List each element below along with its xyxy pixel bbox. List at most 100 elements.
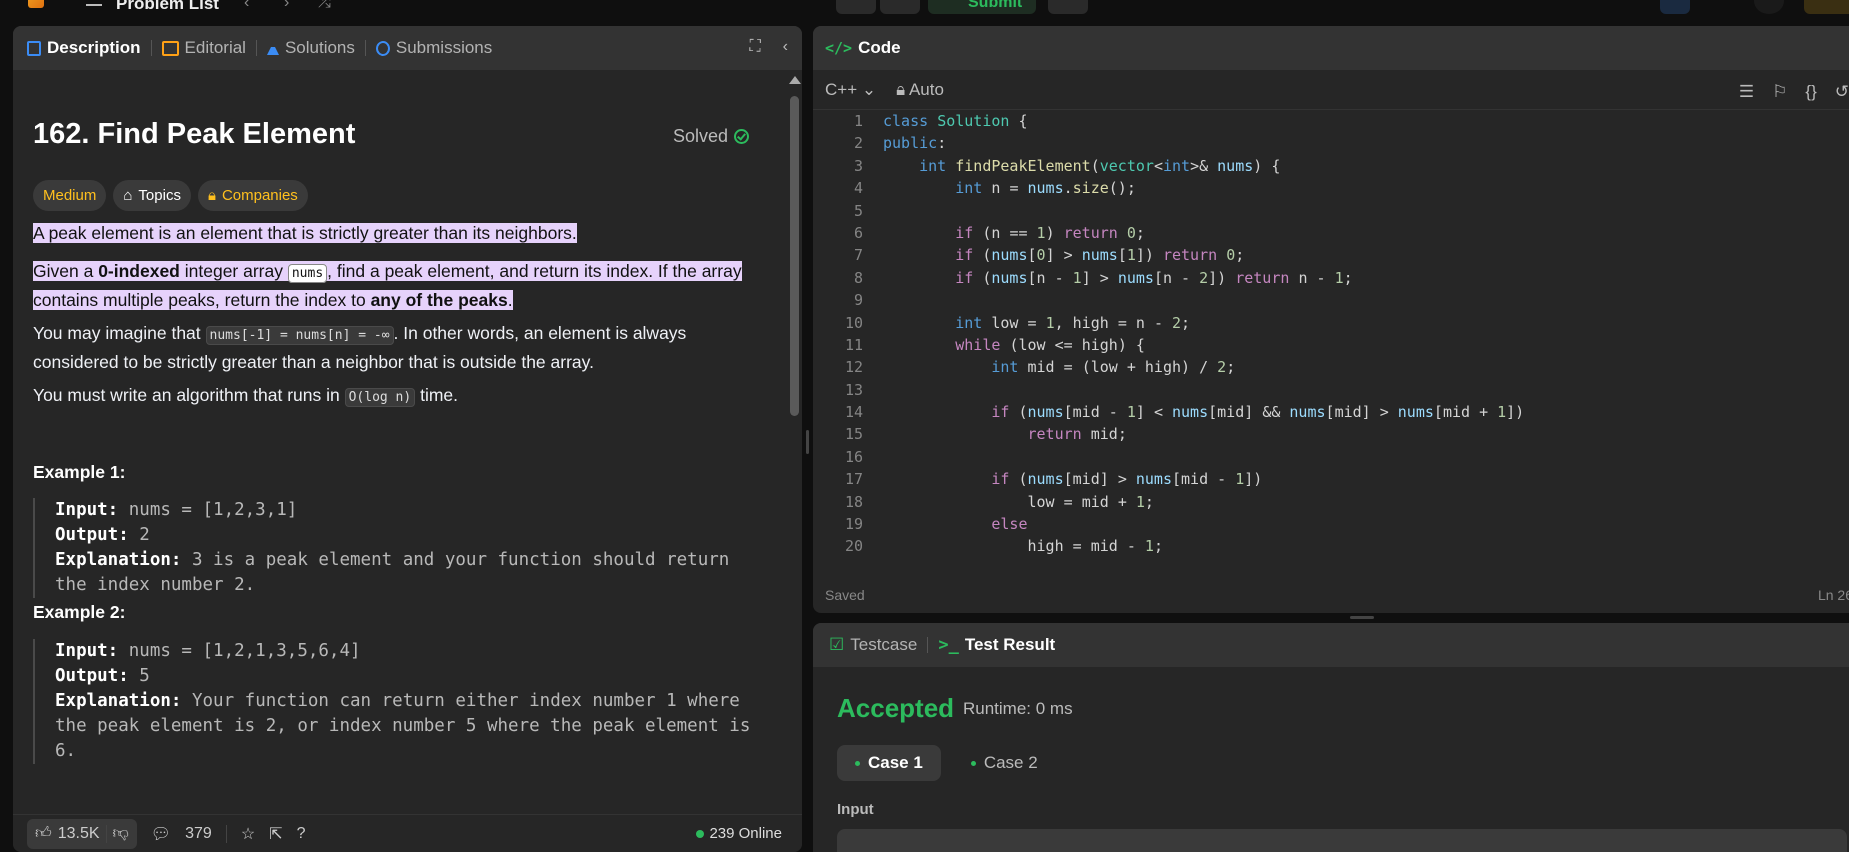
case-2-label: Case 2 [983, 753, 1038, 772]
language-select[interactable]: C++ ⌄ [825, 80, 876, 100]
ex2-input: nums = [1,2,1,3,5,6,4] [118, 641, 361, 661]
language-label: C++ [825, 79, 858, 99]
scroll-up-icon[interactable] [789, 76, 801, 84]
next-problem-icon[interactable]: › [284, 0, 289, 12]
auto-mode[interactable]: 🔒︎ Auto [896, 80, 944, 100]
layout-icon[interactable] [1494, 0, 1524, 14]
gutter-gap [863, 401, 883, 423]
tab-submissions-label: Submissions [395, 38, 493, 57]
code-line[interactable]: 15 return mid; [813, 423, 1849, 445]
collapse-icon[interactable]: ‹ [783, 38, 788, 56]
result-panel: ☑ Testcase >_ Test Result Accepted Runti… [813, 623, 1849, 852]
debug-button[interactable] [836, 0, 876, 14]
companies-button[interactable]: 🔒︎ Companies [197, 180, 308, 211]
code-line[interactable]: 10 int low = 1, high = n - 2; [813, 312, 1849, 334]
tab-editorial[interactable]: Editorial [161, 38, 246, 58]
p2-text-f: . [507, 290, 513, 310]
timer-icon[interactable] [1660, 0, 1690, 14]
case-1-label: Case 1 [868, 753, 923, 772]
bounds-code: nums[-1] = nums[n] = -∞ [205, 326, 394, 345]
code-line[interactable]: 13 [813, 379, 1849, 401]
thumbs-down-icon[interactable]: 👎︎ [113, 824, 129, 843]
online-dot-icon [696, 829, 705, 838]
code-line[interactable]: 12 int mid = (low + high) / 2; [813, 356, 1849, 378]
code-line[interactable]: 3 int findPeakElement(vector<int>& nums)… [813, 155, 1849, 177]
format-lines-icon[interactable]: ☰ [1739, 82, 1754, 102]
left-tab-bar: Description Editorial Solutions Submissi… [13, 26, 802, 70]
horizontal-resize-handle[interactable] [1350, 616, 1374, 619]
submit-button[interactable]: Submit [928, 0, 1036, 14]
braces-icon[interactable]: {} [1805, 82, 1816, 102]
code-line[interactable]: 2 public: [813, 132, 1849, 154]
tab-submissions[interactable]: Submissions [375, 38, 493, 58]
code-line[interactable]: 7 if (nums[0] > nums[1]) return 0; [813, 244, 1849, 266]
problem-list-title[interactable]: Problem List [116, 0, 219, 14]
case-2-tab[interactable]: Case 2 [953, 745, 1056, 781]
topics-button[interactable]: ⌂ Topics [113, 180, 191, 211]
tab-test-result[interactable]: >_ Test Result [938, 635, 1055, 655]
description-scrollbar[interactable] [789, 76, 801, 846]
code-line[interactable]: 20 high = mid - 1; [813, 535, 1849, 557]
code-line[interactable]: 4 int n = nums.size(); [813, 177, 1849, 199]
check-circle-icon [734, 129, 749, 144]
chevron-down-icon: ⌄ [861, 79, 877, 99]
menu-icon[interactable] [86, 0, 102, 6]
bookmark-icon[interactable]: ⚐ [1772, 82, 1787, 102]
comment-count[interactable]: 379 [185, 825, 212, 843]
comment-icon[interactable]: 💬︎ [151, 824, 171, 844]
share-icon[interactable]: ⇱ [269, 824, 282, 844]
run-button[interactable] [880, 0, 920, 14]
prev-problem-icon[interactable]: ‹ [244, 0, 249, 12]
ex2-output: 5 [128, 666, 150, 686]
code-line[interactable]: 5 [813, 200, 1849, 222]
line-number: 14 [844, 403, 863, 422]
problem-title[interactable]: 162. Find Peak Element [33, 118, 355, 151]
auto-mode-label: Auto [908, 79, 944, 99]
code-line[interactable]: 18 low = mid + 1; [813, 491, 1849, 513]
line-text: int low = 1, high = n - 2; [955, 313, 1191, 332]
code-line[interactable]: 9 [813, 289, 1849, 311]
maximize-icon[interactable]: ⛶ [749, 38, 760, 56]
code-line[interactable]: 8 if (nums[n - 1] > nums[n - 2]) return … [813, 267, 1849, 289]
code-line[interactable]: 16 [813, 446, 1849, 468]
p3-text-a: You may imagine that [33, 323, 206, 343]
star-icon[interactable]: ☆ [241, 824, 255, 844]
notes-button[interactable] [1048, 0, 1088, 14]
lock-icon: 🔒︎ [896, 79, 906, 99]
settings-icon[interactable] [1550, 0, 1580, 14]
gutter-gap [863, 356, 883, 378]
code-line[interactable]: 14 if (nums[mid - 1] < nums[mid] && nums… [813, 401, 1849, 423]
code-line[interactable]: 1 class Solution { [813, 110, 1849, 132]
tag-icon: ⌂ [123, 187, 133, 204]
line-number: 11 [844, 335, 863, 354]
like-button[interactable]: 👍︎ 13.5K 👎︎ [27, 818, 137, 849]
line-number: 2 [853, 134, 863, 153]
tab-code[interactable]: </> Code [825, 38, 901, 58]
tab-description[interactable]: Description [27, 38, 141, 58]
gutter-gap [863, 379, 883, 401]
shuffle-icon[interactable]: ⤮ [318, 0, 331, 12]
reset-icon[interactable]: ↺ [1835, 82, 1849, 102]
scrollbar-thumb[interactable] [790, 96, 799, 416]
code-line[interactable]: 19 else [813, 513, 1849, 535]
case-1-tab[interactable]: Case 1 [837, 745, 941, 781]
code-line[interactable]: 6 if (n == 1) return 0; [813, 222, 1849, 244]
difficulty-label: Medium [43, 187, 97, 204]
avatar[interactable] [1754, 0, 1784, 14]
stopwatch-icon[interactable] [1700, 0, 1730, 14]
gutter-gap [863, 132, 883, 154]
line-text: if (nums[n - 1] > nums[n - 2]) return n … [955, 268, 1353, 287]
leetcode-logo-icon[interactable] [28, 0, 44, 8]
gutter-gap [863, 334, 883, 356]
tab-solutions[interactable]: Solutions [266, 38, 355, 58]
code-line[interactable]: 11 while (low <= high) { [813, 334, 1849, 356]
tab-code-label: Code [858, 38, 901, 57]
tab-testcase[interactable]: ☑ Testcase [829, 635, 917, 655]
line-number: 5 [853, 201, 863, 220]
code-editor[interactable]: 1 class Solution {2 public: 3 int findPeakE… [813, 110, 1849, 580]
code-line[interactable]: 17 if (nums[mid] > nums[mid - 1]) [813, 468, 1849, 490]
help-icon[interactable]: ? [297, 825, 306, 843]
editor-tools: ☰ ⚐ {} ↺ [1739, 82, 1849, 102]
premium-button[interactable] [1804, 0, 1849, 14]
vertical-resize-handle[interactable] [806, 430, 809, 454]
